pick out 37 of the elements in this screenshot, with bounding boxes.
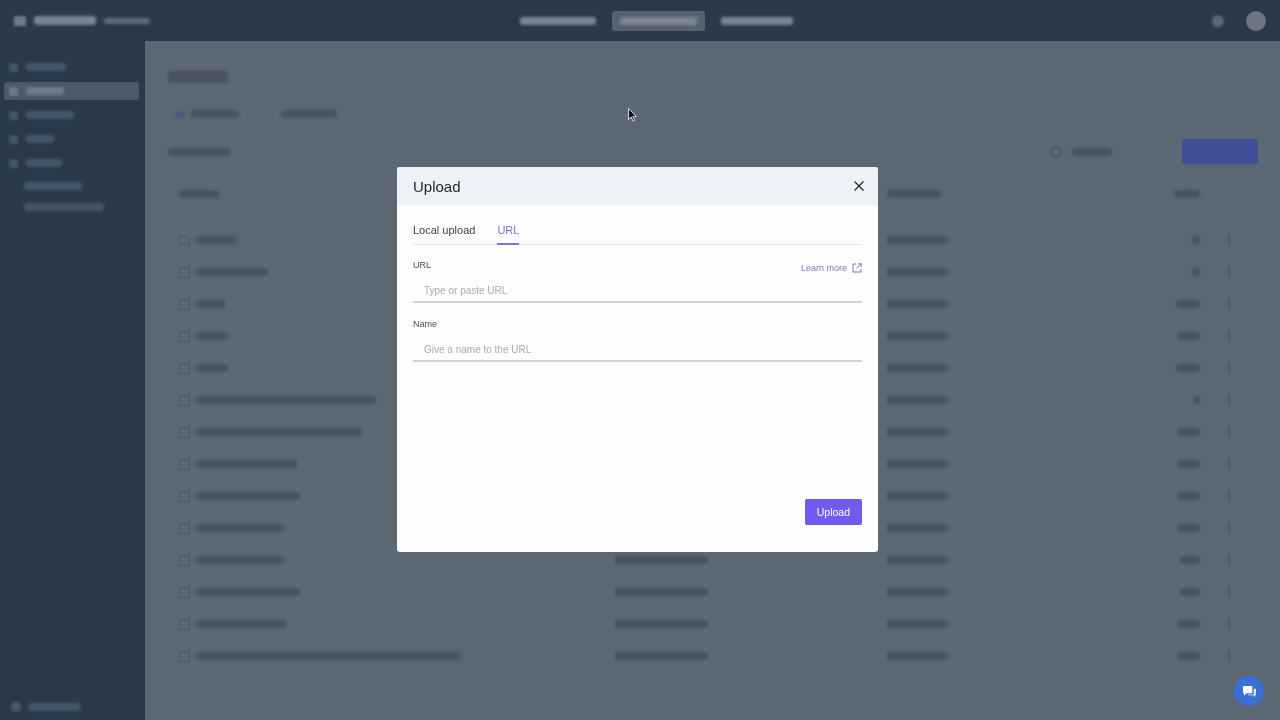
circle-icon[interactable] xyxy=(1212,14,1224,27)
blurred-text xyxy=(26,159,62,167)
tab[interactable]: Local upload xyxy=(413,222,476,245)
text-input[interactable]: Give a name to the URL xyxy=(413,338,862,362)
blurred-icon xyxy=(9,86,18,96)
blurred-text xyxy=(34,16,96,25)
blurred-text xyxy=(721,16,793,25)
field-label: URL xyxy=(413,260,431,270)
avatar-icon[interactable] xyxy=(1246,10,1266,31)
blurred-text xyxy=(26,87,64,95)
chat-button[interactable] xyxy=(1234,676,1264,706)
chat-icon xyxy=(1241,684,1257,698)
upload-button[interactable]: Upload xyxy=(804,499,862,525)
close-button[interactable] xyxy=(854,181,864,191)
blurred-text xyxy=(26,111,74,119)
cursor-icon xyxy=(628,108,637,122)
circle-icon xyxy=(11,702,21,712)
learn-more-link[interactable]: Learn more xyxy=(800,263,862,273)
blurred-text xyxy=(24,181,82,190)
blurred-icon xyxy=(9,110,18,120)
logo-icon xyxy=(14,15,26,26)
new-button[interactable] xyxy=(1182,139,1258,164)
blurred-text xyxy=(104,17,150,24)
blurred-text xyxy=(26,63,66,71)
blurred-icon xyxy=(9,134,18,144)
field-label: Name xyxy=(413,319,437,329)
blurred-icon xyxy=(9,62,18,72)
blurred-icon xyxy=(9,158,18,168)
sidebar-item[interactable] xyxy=(4,82,139,100)
blurred-text xyxy=(26,135,54,143)
external-link-icon xyxy=(852,263,862,273)
tab[interactable]: URL xyxy=(497,222,520,245)
text-input[interactable]: Type or paste URL xyxy=(413,279,862,303)
close-icon xyxy=(854,181,864,191)
nav-item[interactable] xyxy=(612,10,705,31)
blurred-text xyxy=(29,703,81,711)
dialog-title: Upload xyxy=(413,177,461,195)
